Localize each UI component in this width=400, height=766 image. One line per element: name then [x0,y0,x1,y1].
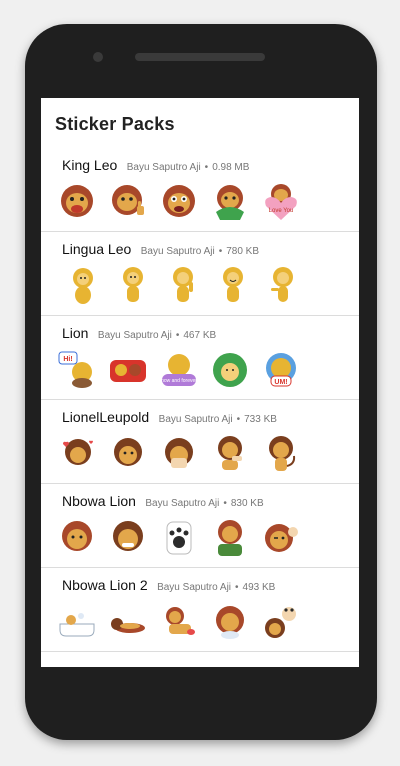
sticker-pack-row[interactable]: LionelLeupold Bayu Saputro Aji • 733 KB [41,400,359,484]
separator-dot: • [223,498,227,509]
sticker-preview-strip: Hi! now and forever UM! [57,350,357,390]
sticker-pack-row[interactable]: Nbowa Lion Bayu Saputro Aji • 830 KB [41,484,359,568]
sticker-preview-strip [57,434,357,474]
waving-lion-sticker [173,267,193,302]
serious-lion-sticker [62,521,92,551]
pack-name: Lion [62,325,89,341]
pack-name: Lingua Leo [62,241,132,257]
now-and-forever-text: now and forever [161,378,197,384]
pack-size: 780 KB [226,246,260,257]
pack-size: 830 KB [230,498,264,509]
pack-size: 493 KB [242,582,276,593]
grin-lion-sticker [113,521,143,551]
pack-author: Bayu Saputro Aji [158,414,233,425]
separator-dot: • [235,582,239,593]
separator-dot: • [236,414,241,425]
sticker-preview-strip [57,266,357,306]
pack-header: Lingua Leo Bayu Saputro Aji • 780 KB [62,241,259,259]
app-screen: Sticker Packs King Leo Bayu Saputro Aji •… [41,98,359,667]
snake-lion-sticker [213,353,247,387]
shrug-lion-sticker [218,436,242,470]
pack-size: 0.98 MB [212,162,250,173]
sitting-lion-sticker [73,268,93,304]
now-and-forever-lion-sticker: now and forever [161,354,197,386]
pack-name: King Leo [62,157,118,173]
stretching-lion-sticker [166,607,195,635]
pack-author: Bayu Saputro Aji [126,162,201,173]
standing-lion-sticker [123,267,143,302]
hearts-lion-sticker [63,439,93,465]
sticker-preview-strip: Love You [57,182,357,222]
front-camera [93,52,103,62]
sticker-pack-row[interactable]: Nbowa Lion 2 Bayu Saputro Aji • 493 KB [41,568,359,652]
sticker-preview-strip [57,518,357,558]
separator-dot: • [175,330,180,341]
bath-lion-sticker [59,613,95,637]
pack-header: Nbowa Lion 2 Bayu Saputro Aji • 493 KB [62,577,275,595]
sticker-pack-row[interactable]: Lingua Leo Bayu Saputro Aji • 780 KB [41,232,359,316]
love-you-text: Love You [269,208,294,214]
love-you-lion-sticker: Love You [265,184,297,220]
walking-lion-sticker [271,267,293,302]
angry-lion-sticker [163,185,195,217]
wink-lion-sticker [265,524,298,552]
pack-header: Lion Bayu Saputro Aji • 467 KB [62,325,216,343]
hi-text: Hi! [63,356,72,363]
pack-header: LionelLeupold Bayu Saputro Aji • 733 KB [62,409,277,427]
um-text: UM! [274,379,287,386]
pack-author: Bayu Saputro Aji [97,330,172,341]
pack-size: 467 KB [183,330,217,341]
um-lion-sticker: UM! [266,353,296,387]
group-lion-sticker [110,360,146,382]
separator-dot: • [204,162,209,173]
tail-lion-sticker [269,436,296,471]
pack-name: Nbowa Lion [62,493,136,509]
thinking-lion-sticker [114,438,142,466]
pack-author: Bayu Saputro Aji [140,246,215,257]
pack-name: LionelLeupold [62,409,150,425]
page-title: Sticker Packs [55,114,175,134]
smiling-lion-sticker [223,267,243,302]
chest-lion-sticker [218,520,242,556]
lying-lion-sticker [111,618,145,633]
dancing-lion-sticker [265,607,296,638]
pack-author: Bayu Saputro Aji [145,498,220,509]
leaf-lion-sticker [216,185,244,220]
separator-dot: • [218,246,223,257]
thumbs-up-lion-sticker [112,185,144,215]
pack-header: Nbowa Lion Bayu Saputro Aji • 830 KB [62,493,264,511]
pack-size: 733 KB [244,414,277,425]
pack-author: Bayu Saputro Aji [157,582,232,593]
pack-name: Nbowa Lion 2 [62,577,148,593]
sticker-pack-row[interactable]: King Leo Bayu Saputro Aji • 0.98 MB Love… [41,148,359,232]
paw-lion-sticker [166,521,192,555]
sticker-pack-row[interactable]: Lion Bayu Saputro Aji • 467 KB Hi! now and… [41,316,359,400]
sticker-preview-strip [57,602,357,642]
laughing-lion-sticker [61,185,93,217]
paw-lion-2-sticker [216,606,244,639]
earpiece [135,53,265,61]
crying-lion-sticker [165,438,193,468]
pack-header: King Leo Bayu Saputro Aji • 0.98 MB [62,157,249,175]
hi-lion-sticker: Hi! [58,351,92,388]
